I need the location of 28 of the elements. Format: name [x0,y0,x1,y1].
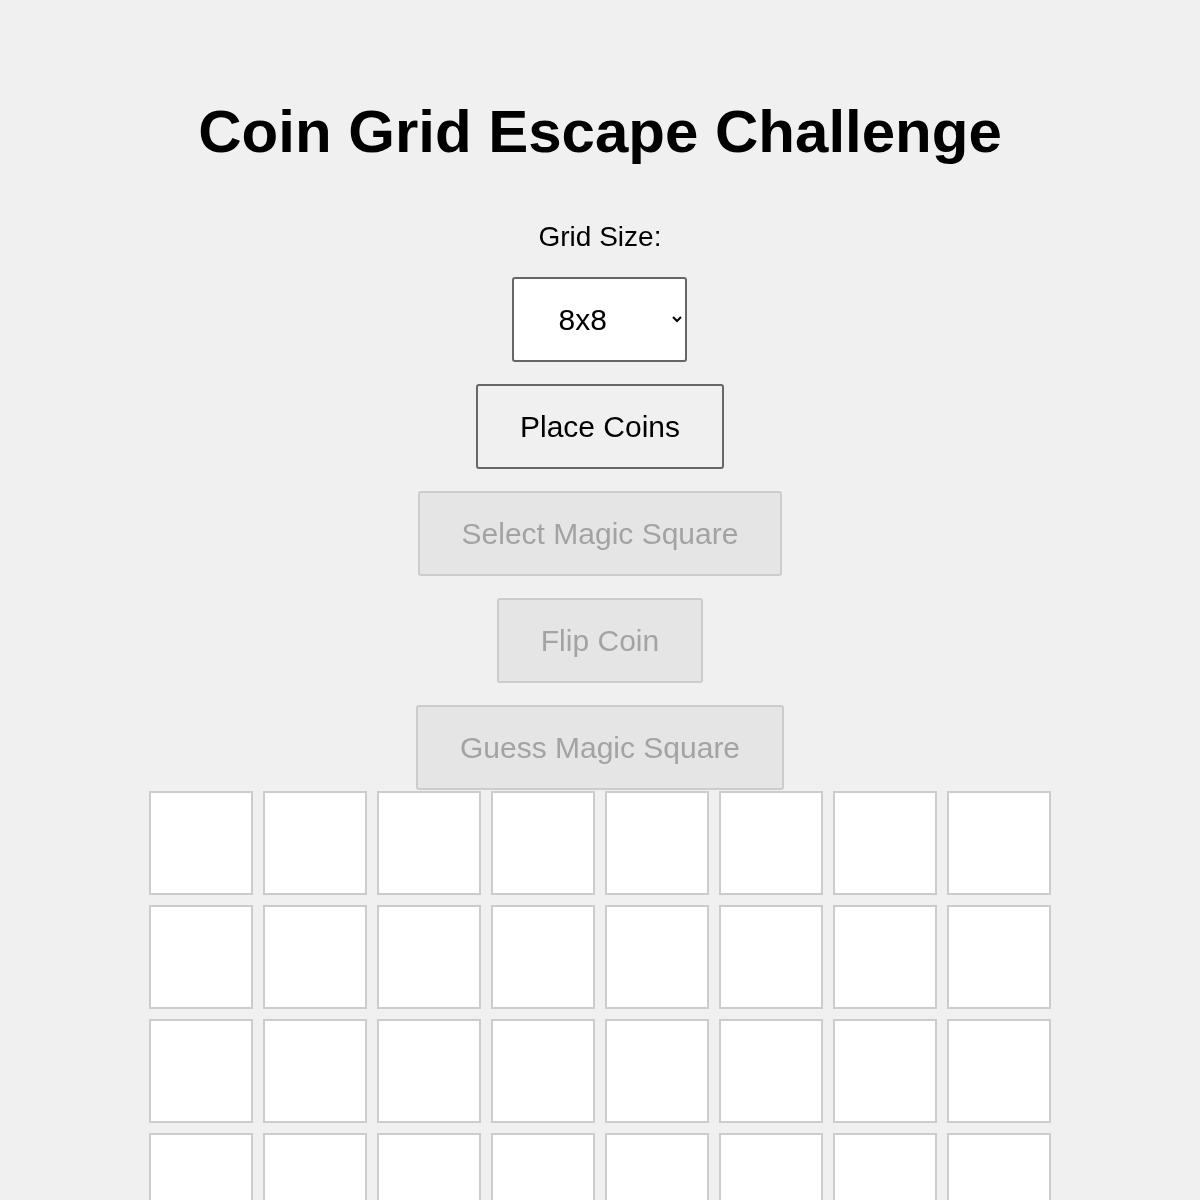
grid-square[interactable] [263,791,367,895]
grid-square[interactable] [149,791,253,895]
grid-square[interactable] [605,905,709,1009]
grid-size-label: Grid Size: [538,220,662,254]
grid-square[interactable] [377,1019,481,1123]
grid-square[interactable] [491,791,595,895]
grid-square[interactable] [263,1019,367,1123]
grid-square[interactable] [947,905,1051,1009]
grid-square[interactable] [605,791,709,895]
grid-square[interactable] [491,1019,595,1123]
grid-square[interactable] [149,1019,253,1123]
grid-square[interactable] [377,905,481,1009]
grid-square[interactable] [719,1019,823,1123]
grid-square[interactable] [833,1019,937,1123]
grid-square[interactable] [833,791,937,895]
page-title: Coin Grid Escape Challenge [198,97,1002,167]
grid-square[interactable] [491,905,595,1009]
grid-size-select[interactable]: 8x8 [512,277,688,362]
grid-square[interactable] [263,905,367,1009]
grid-square[interactable] [833,905,937,1009]
action-button[interactable]: Place Coins [475,384,725,469]
grid-square[interactable] [719,905,823,1009]
grid-square[interactable] [377,791,481,895]
grid-square[interactable] [947,791,1051,895]
grid-square[interactable] [719,791,823,895]
grid-square[interactable] [605,1019,709,1123]
grid-square[interactable] [149,905,253,1009]
grid-square[interactable] [947,1019,1051,1123]
